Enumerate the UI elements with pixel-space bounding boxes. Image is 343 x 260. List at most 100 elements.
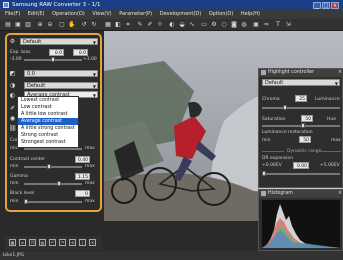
maximize-button[interactable]: □ [322,1,330,9]
save-icon[interactable]: ▣ [14,21,22,29]
paste-icon[interactable]: ▤ [39,239,46,246]
chevron-down-icon: ▼ [92,40,96,45]
zoom-out-icon[interactable]: ⊖ [46,21,54,29]
layout-icon[interactable]: ▭ [200,21,208,29]
crop-icon[interactable]: ⌗ [124,21,132,29]
sun-icon[interactable]: ☼ [156,21,164,29]
wb-icon[interactable]: ◩ [9,70,16,77]
list-icon[interactable]: ≡ [19,239,26,246]
tone-preset-value: Default [27,83,46,89]
trash-icon[interactable]: ✕ [89,239,96,246]
close-button[interactable]: × [331,1,339,9]
compare-icon[interactable]: ◧ [114,21,122,29]
brush-icon[interactable]: ✐ [146,21,154,29]
dr-slider[interactable] [262,173,340,175]
curve-icon[interactable]: ∿ [188,21,196,29]
convert-icon[interactable]: ⇒ [262,21,270,29]
exp-bias-slider-handle[interactable] [51,57,55,62]
menu-view[interactable]: View(V) [92,11,111,17]
gamma-slider[interactable] [24,183,82,185]
text-icon[interactable]: T [274,21,282,29]
export-icon[interactable]: ⇲ [284,21,292,29]
saturation-field[interactable]: 50 [301,115,313,122]
copy-icon[interactable]: ❐ [29,239,36,246]
menu-file[interactable]: File(F) [5,11,20,17]
minimize-button[interactable]: _ [313,1,321,9]
contrast-dropdown-list: Lowest contrast Low contrast A little lo… [17,96,79,148]
black-level-field[interactable]: 0 [75,190,90,197]
folder-icon[interactable]: ▥ [24,21,32,29]
wb-select[interactable]: 0.0 ▼ [24,70,98,77]
dr-slider-handle[interactable] [262,171,266,176]
menu-development[interactable]: Development(D) [160,11,201,17]
tone-preset-select[interactable]: Default ▼ [24,82,98,89]
contrast-icon[interactable]: ◐ [9,92,16,99]
saturation-slider-handle[interactable] [301,123,305,128]
zoom-in-icon[interactable]: ⊕ [36,21,44,29]
contrast-center-slider-handle[interactable] [47,164,51,169]
exp-bias-field-2[interactable]: 0.0 [73,49,88,56]
brush-icon[interactable]: ✐ [9,105,16,112]
gear-icon[interactable]: ⚙ [9,38,16,45]
redo-icon[interactable]: ↷ [59,239,66,246]
contrast-center-slider[interactable] [24,166,82,168]
window-icon[interactable]: ▣ [252,21,260,29]
exp-bias-field[interactable]: 0.0 [49,49,64,56]
highlight-preset-select[interactable]: Default ▼ [262,79,340,86]
filter-icon[interactable]: ◐ [168,21,176,29]
menu-operation[interactable]: Operation(O) [52,11,85,17]
grid-icon[interactable]: ▦ [104,21,112,29]
fit-icon[interactable]: ▢ [58,21,66,29]
panel-icon [261,191,266,196]
contrast-option[interactable]: Low contrast [18,104,78,111]
preset-value: Default [23,39,42,45]
histogram-graph [262,200,340,248]
undo-icon[interactable]: ↶ [49,239,56,246]
gamma-slider-handle[interactable] [57,181,61,186]
rotate-left-icon[interactable]: ↺ [80,21,88,29]
menu-help[interactable]: Help(H) [241,11,260,17]
chroma-slider-handle[interactable] [283,105,287,110]
chroma-field[interactable]: 25 [295,95,307,102]
menu-parameter[interactable]: Parameter(P) [119,11,152,17]
black-level-slider[interactable] [24,201,82,203]
preset-select[interactable]: Default ▼ [20,38,98,45]
menu-option[interactable]: Option(O) [209,11,234,17]
contrast-option[interactable]: A little strong contrast [18,125,78,132]
eye-icon[interactable]: ◉ [9,115,16,122]
tone-icon[interactable]: ◑ [9,82,16,89]
contrast-slider[interactable] [24,148,82,150]
dr-field[interactable]: 0.00 [293,162,309,169]
reset-icon[interactable]: ⟲ [69,239,76,246]
camera-icon[interactable]: ◙ [230,21,238,29]
highlight-icon[interactable]: ◒ [178,21,186,29]
chevron-down-icon: ▼ [92,84,96,89]
open-icon[interactable]: ▤ [4,21,12,29]
thumbnail-icon[interactable]: ▦ [9,239,16,246]
contrast-option-selected[interactable]: Average contrast [18,118,78,125]
circle-icon[interactable]: ○ [220,21,228,29]
histogram-panel-header: Histogram × [259,190,343,198]
chroma-slider[interactable] [262,107,340,109]
contrast-option[interactable]: A little low contrast [18,111,78,118]
highlight-panel-title: Highlight controller [268,70,315,75]
palette-icon[interactable]: ◍ [240,21,248,29]
contrast-center-field[interactable]: 0.40 [75,156,90,163]
lum-restoration-field[interactable]: 50 [299,136,311,143]
close-icon[interactable]: × [338,69,342,77]
gamma-label: Gamma [10,174,28,179]
dropper-icon[interactable]: ✎ [136,21,144,29]
gamma-field[interactable]: 1.15 [75,173,90,180]
hand-icon[interactable]: ✋ [68,21,76,29]
contrast-option[interactable]: Strongest contrast [18,139,78,146]
settings-icon[interactable]: ⚙ [210,21,218,29]
rotate-right-icon[interactable]: ↻ [90,21,98,29]
contrast-option[interactable]: Strong contrast [18,132,78,139]
panel-icon [261,70,266,75]
info-icon[interactable]: i [79,239,86,246]
menu-edit[interactable]: Edit(E) [28,11,45,17]
link-icon[interactable]: ⛓ [9,125,17,132]
close-icon[interactable]: × [338,190,342,198]
black-level-slider-handle[interactable] [24,199,28,204]
contrast-option[interactable]: Lowest contrast [18,97,78,104]
